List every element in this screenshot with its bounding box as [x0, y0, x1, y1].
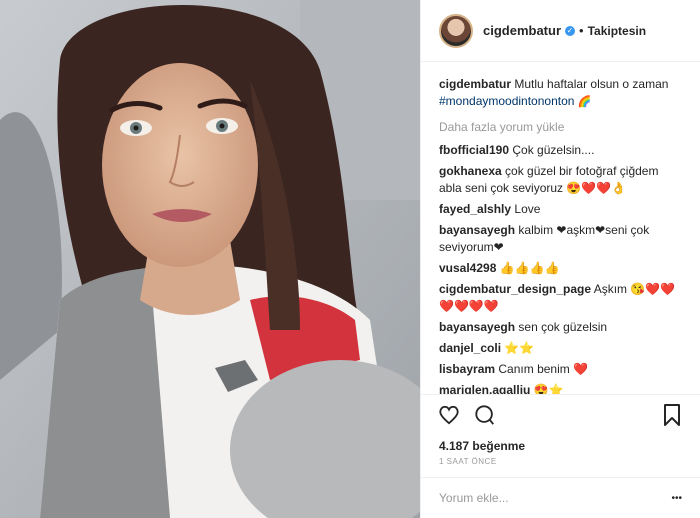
comment-text: 👍👍👍👍 [499, 261, 560, 275]
comment: lisbayram Canım benim ❤️ [439, 361, 684, 378]
comment: fbofficial190 Çok güzelsin.... [439, 142, 684, 159]
selfie-image [0, 0, 420, 518]
comment-username[interactable]: cigdembatur_design_page [439, 282, 591, 296]
post-sidebar: cigdembatur ✓ • Takiptesin cigdembatur M… [420, 0, 700, 518]
comment: cigdembatur_design_page Aşkım 😘❤️❤️❤️❤️❤… [439, 281, 684, 315]
comment-text: 😍⭐ [533, 383, 564, 394]
comment-username[interactable]: bayansayegh [439, 223, 515, 237]
comment: bayansayegh kalbim ❤aşkm❤seni çok seviyo… [439, 222, 684, 256]
comment-text: ⭐⭐ [504, 341, 535, 355]
comment-icon[interactable] [473, 403, 497, 427]
header-username[interactable]: cigdembatur [483, 23, 561, 38]
action-bar [421, 394, 700, 435]
rainbow-icon: 🌈 [577, 96, 592, 108]
comment-username[interactable]: fayed_alshly [439, 202, 511, 216]
caption-text: Mutlu haftalar olsun o zaman [514, 77, 669, 91]
separator-dot: • [579, 23, 584, 38]
verified-icon: ✓ [565, 25, 576, 36]
avatar[interactable] [439, 13, 473, 48]
bookmark-icon[interactable] [660, 403, 684, 427]
caption-username[interactable]: cigdembatur [439, 77, 511, 91]
comment-text: Canım benim ❤️ [498, 362, 589, 376]
comment-username[interactable]: gokhanexa [439, 164, 502, 178]
load-more-comments[interactable]: Daha fazla yorum yükle [439, 119, 684, 136]
comment-username[interactable]: fbofficial190 [439, 143, 509, 157]
comment-username[interactable]: bayansayegh [439, 320, 515, 334]
comment: fayed_alshly Love [439, 201, 684, 218]
post-photo[interactable] [0, 0, 420, 518]
comment-username[interactable]: mariglen.agalliu [439, 383, 530, 394]
comment: bayansayegh sen çok güzelsin [439, 319, 684, 336]
comment-username[interactable]: danjel_coli [439, 341, 501, 355]
comment: vusal4298 👍👍👍👍 [439, 260, 684, 277]
caption: cigdembatur Mutlu haftalar olsun o zaman… [439, 76, 684, 111]
more-options-icon[interactable]: ••• [671, 493, 682, 504]
comment: mariglen.agalliu 😍⭐ [439, 382, 684, 394]
post-viewer: cigdembatur ✓ • Takiptesin cigdembatur M… [0, 0, 700, 518]
follow-button[interactable]: Takiptesin [588, 24, 646, 38]
comment-text: Çok güzelsin.... [512, 143, 595, 157]
add-comment-bar: Yorum ekle... ••• [421, 477, 700, 518]
comments-list: cigdembatur Mutlu haftalar olsun o zaman… [421, 62, 700, 394]
comment-input[interactable]: Yorum ekle... [439, 491, 509, 505]
comment: gokhanexa çok güzel bir fotoğraf çiğdem … [439, 163, 684, 197]
heart-icon[interactable] [437, 403, 461, 427]
caption-hashtag[interactable]: #mondaymoodintononton [439, 94, 574, 108]
comment-text: Love [514, 202, 541, 216]
post-timestamp: 1 SAAT ÖNCE [439, 457, 497, 466]
comment-text: sen çok güzelsin [518, 320, 608, 334]
post-header: cigdembatur ✓ • Takiptesin [421, 0, 700, 62]
comment: danjel_coli ⭐⭐ [439, 340, 684, 357]
comment-username[interactable]: vusal4298 [439, 261, 496, 275]
like-count[interactable]: 4.187 beğenme [421, 435, 700, 457]
comment-username[interactable]: lisbayram [439, 362, 495, 376]
